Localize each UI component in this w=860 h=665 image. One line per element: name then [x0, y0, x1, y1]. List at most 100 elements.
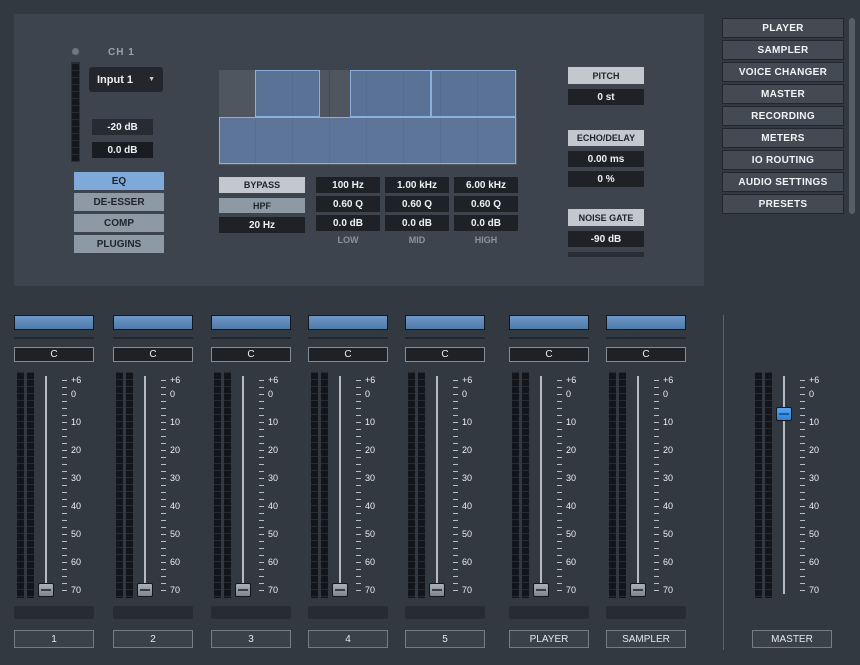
eq-low-freq[interactable]: 100 Hz: [316, 177, 380, 193]
noise-gate-button[interactable]: NOISE GATE: [568, 209, 644, 226]
pan-slider[interactable]: [14, 315, 94, 330]
eq-high-gain[interactable]: 0.0 dB: [454, 215, 518, 231]
fader-scale-label: 50: [71, 529, 81, 539]
pitch-value[interactable]: 0 st: [568, 89, 644, 105]
menu-item-player[interactable]: PLAYER: [722, 18, 844, 38]
tab-de-esser[interactable]: DE-ESSER: [74, 193, 164, 211]
eq-band-region-mid[interactable]: [350, 70, 431, 117]
fader-handle[interactable]: [429, 583, 445, 597]
fader-scale-label: 50: [663, 529, 673, 539]
volume-fader[interactable]: [135, 372, 155, 598]
hpf-value[interactable]: 20 Hz: [219, 217, 305, 233]
fader-handle[interactable]: [38, 583, 54, 597]
volume-fader[interactable]: [774, 372, 794, 598]
fader-handle[interactable]: [235, 583, 251, 597]
fader-scale-label: 10: [566, 417, 576, 427]
channel-select-button[interactable]: MASTER: [752, 630, 832, 648]
eq-low-gain[interactable]: 0.0 dB: [316, 215, 380, 231]
channel-select-button[interactable]: 4: [308, 630, 388, 648]
menu-item-voice-changer[interactable]: VOICE CHANGER: [722, 62, 844, 82]
eq-bypass-button[interactable]: BYPASS: [219, 177, 305, 193]
pan-slider[interactable]: [509, 315, 589, 330]
fader-handle[interactable]: [137, 583, 153, 597]
menu-item-meters[interactable]: METERS: [722, 128, 844, 148]
pan-center-button[interactable]: C: [509, 347, 589, 362]
eq-mid-freq[interactable]: 1.00 kHz: [385, 177, 449, 193]
fader-scale-label: 20: [663, 445, 673, 455]
tab-eq[interactable]: EQ: [74, 172, 164, 190]
tab-plugins[interactable]: PLUGINS: [74, 235, 164, 253]
channel-readout: [405, 606, 485, 619]
channel-select-button[interactable]: 3: [211, 630, 291, 648]
menu-item-master[interactable]: MASTER: [722, 84, 844, 104]
fader-scale-label: 0: [566, 389, 571, 399]
fader-handle[interactable]: [332, 583, 348, 597]
pan-center-button[interactable]: C: [113, 347, 193, 362]
menu-scrollbar[interactable]: [849, 18, 855, 214]
fader-handle[interactable]: [776, 407, 792, 421]
menu-item-audio-settings[interactable]: AUDIO SETTINGS: [722, 172, 844, 192]
menu-item-sampler[interactable]: SAMPLER: [722, 40, 844, 60]
fader-scale-label: +6: [71, 375, 81, 385]
menu-item-recording[interactable]: RECORDING: [722, 106, 844, 126]
eq-low-q[interactable]: 0.60 Q: [316, 196, 380, 212]
eq-high-q[interactable]: 0.60 Q: [454, 196, 518, 212]
channel-select-button[interactable]: PLAYER: [509, 630, 589, 648]
volume-fader[interactable]: [233, 372, 253, 598]
eq-band-region-low[interactable]: [255, 70, 320, 117]
channel-select-button[interactable]: 2: [113, 630, 193, 648]
channel-indicator-led: [72, 48, 79, 55]
fader-scale-label: +6: [566, 375, 576, 385]
volume-fader[interactable]: [531, 372, 551, 598]
fader-track: [144, 376, 146, 594]
volume-fader[interactable]: [330, 372, 350, 598]
pitch-button[interactable]: PITCH: [568, 67, 644, 84]
echo-time-value[interactable]: 0.00 ms: [568, 151, 644, 167]
gain-offset-button[interactable]: -20 dB: [92, 119, 153, 135]
eq-gain-region[interactable]: [219, 117, 516, 164]
pan-center-button[interactable]: C: [211, 347, 291, 362]
fader-scale-label: 60: [71, 557, 81, 567]
fader-scale-label: 10: [268, 417, 278, 427]
eq-high-freq[interactable]: 6.00 kHz: [454, 177, 518, 193]
fader-scale: +6010203040506070: [170, 372, 194, 598]
channel-select-button[interactable]: 5: [405, 630, 485, 648]
volume-fader[interactable]: [36, 372, 56, 598]
channel-select-button[interactable]: SAMPLER: [606, 630, 686, 648]
pan-slider[interactable]: [308, 315, 388, 330]
pan-slider[interactable]: [113, 315, 193, 330]
pan-center-button[interactable]: C: [14, 347, 94, 362]
pan-slider[interactable]: [405, 315, 485, 330]
fader-scale-label: 70: [268, 585, 278, 595]
tab-comp[interactable]: COMP: [74, 214, 164, 232]
fader-handle[interactable]: [533, 583, 549, 597]
menu-item-io-routing[interactable]: IO ROUTING: [722, 150, 844, 170]
eq-mid-q[interactable]: 0.60 Q: [385, 196, 449, 212]
eq-display[interactable]: [219, 70, 517, 165]
level-meter-right: [522, 372, 529, 598]
volume-fader[interactable]: [427, 372, 447, 598]
noise-gate-slider[interactable]: [568, 252, 644, 257]
pan-slider[interactable]: [211, 315, 291, 330]
input-select[interactable]: Input 1 ▼: [89, 67, 163, 92]
fader-scale-label: 70: [566, 585, 576, 595]
fader-handle[interactable]: [630, 583, 646, 597]
eq-mid-gain[interactable]: 0.0 dB: [385, 215, 449, 231]
pan-center-button[interactable]: C: [606, 347, 686, 362]
pan-center-button[interactable]: C: [405, 347, 485, 362]
echo-delay-button[interactable]: ECHO/DELAY: [568, 130, 644, 146]
noise-gate-threshold[interactable]: -90 dB: [568, 231, 644, 247]
echo-feedback-value[interactable]: 0 %: [568, 171, 644, 187]
pan-slider[interactable]: [606, 315, 686, 330]
gain-value-display[interactable]: 0.0 dB: [92, 142, 153, 158]
pan-center-button[interactable]: C: [308, 347, 388, 362]
channel-select-button[interactable]: 1: [14, 630, 94, 648]
level-meter-left: [214, 372, 221, 598]
menu-item-presets[interactable]: PRESETS: [722, 194, 844, 214]
volume-fader[interactable]: [628, 372, 648, 598]
meter-area: +6010203040506070: [405, 372, 487, 598]
channel-readout: [211, 606, 291, 619]
hpf-button[interactable]: HPF: [219, 198, 305, 213]
eq-band-region-high[interactable]: [431, 70, 516, 117]
fader-scale-label: 20: [170, 445, 180, 455]
